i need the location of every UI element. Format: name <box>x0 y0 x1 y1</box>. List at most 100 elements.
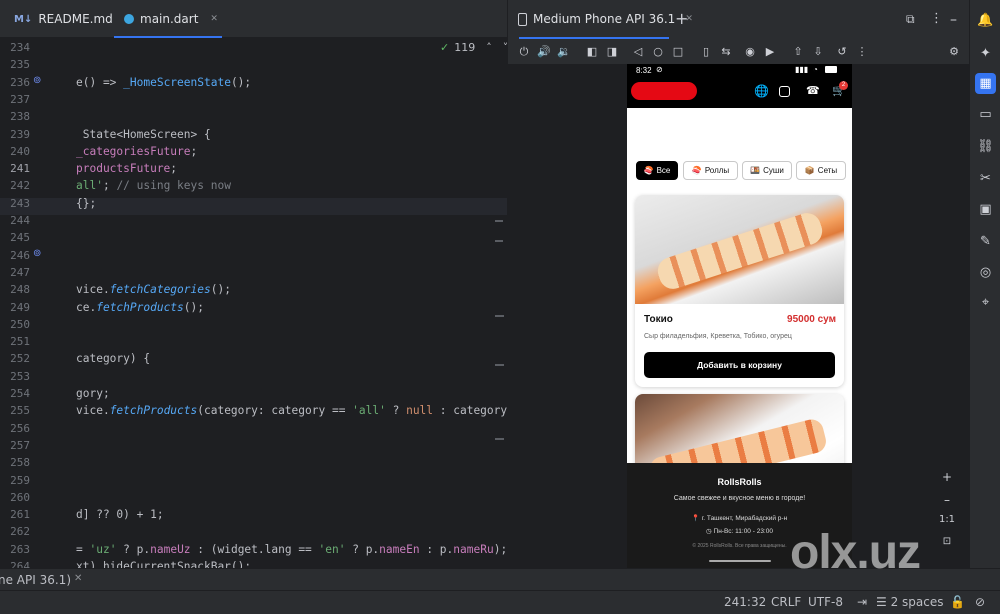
minimize-icon[interactable]: – <box>950 12 957 28</box>
tools-icon[interactable]: ✂ <box>975 168 996 189</box>
category-chip-sets[interactable]: 📦 Сеты <box>796 161 846 180</box>
product-card[interactable]: Токио 95000 сум Сыр филадельфия, Креветк… <box>635 195 844 387</box>
code-line[interactable]: d] ?? 0) + 1; <box>76 508 164 521</box>
code-line[interactable]: gory; <box>76 387 110 400</box>
category-chip-all[interactable]: 🍣 Все <box>636 161 678 180</box>
chevron-up-icon[interactable]: ˄ <box>486 41 492 54</box>
rotate-right-icon[interactable]: ◨ <box>604 44 620 60</box>
home-icon[interactable]: ○ <box>650 44 666 60</box>
footer-tagline: Самое свежее и вкусное меню в городе! <box>673 495 806 502</box>
check-icon: ✓ <box>440 41 450 54</box>
zoom-level[interactable]: 1:1 <box>938 511 956 529</box>
code-editor[interactable]: 234 235 236 e() => _HomeScreenState(); ⊚ 237 2… <box>0 38 507 568</box>
add-to-cart-button[interactable]: Добавить в корзину <box>644 352 835 378</box>
product-name: Токио <box>644 314 673 325</box>
category-chip-rolls[interactable]: 🍣 Роллы <box>683 161 738 180</box>
override-gutter-icon[interactable]: ⊚ <box>33 75 41 86</box>
close-icon[interactable]: ✕ <box>74 573 82 584</box>
indent-setting[interactable]: ☰ 2 spaces <box>876 595 943 609</box>
code-line[interactable]: {}; <box>76 197 96 210</box>
line-number: 245 <box>10 231 30 245</box>
line-number: 253 <box>10 369 30 383</box>
power-icon[interactable]: ⏻ <box>516 44 532 60</box>
code-line[interactable]: all'; // using keys now <box>76 179 231 192</box>
line-number: 251 <box>10 335 30 349</box>
file-encoding[interactable]: UTF-8 <box>808 595 843 609</box>
code-line[interactable]: State<HomeScreen> { <box>76 128 211 141</box>
record-icon[interactable]: ▶ <box>762 44 778 60</box>
tab-device[interactable]: Medium Phone API 36.1 ✕ <box>518 12 693 26</box>
inspection-widget[interactable]: ✓ 119 ˄ ˅ <box>440 41 507 54</box>
category-label: Роллы <box>704 166 730 175</box>
reset-icon[interactable]: ↺ <box>834 44 850 60</box>
phone-screen[interactable]: 8:32 ⊘ ▮▮▮ ◔ 🌐 ☎ 🛒 2 🍣 Все 🍣 Роллы 🍱 Суш… <box>627 64 852 568</box>
code-line[interactable]: vice.fetchProducts(category: category ==… <box>76 404 507 417</box>
line-number: 248 <box>10 283 30 297</box>
add-icon[interactable]: + <box>675 9 688 28</box>
pencil-icon[interactable]: ✎ <box>975 231 996 252</box>
brand-logo[interactable] <box>631 82 697 100</box>
mirror-icon[interactable]: ⇆ <box>718 44 734 60</box>
line-number: 262 <box>10 525 30 539</box>
gemini-icon[interactable]: ✦ <box>975 43 996 64</box>
memory-icon[interactable]: ⊘ <box>975 595 985 609</box>
language-icon[interactable]: 🌐 <box>754 84 769 98</box>
gesture-bar[interactable] <box>709 560 771 562</box>
line-number: 243 <box>10 196 30 210</box>
notifications-icon[interactable]: 🔔 <box>975 10 996 31</box>
instagram-icon[interactable] <box>779 86 790 97</box>
external-window-icon[interactable]: ⧉ <box>906 12 915 27</box>
category-label: Суши <box>763 166 784 175</box>
volume-down-icon[interactable]: 🔉 <box>556 44 572 60</box>
more-icon[interactable]: ⋮ <box>930 11 943 26</box>
footer-address-row: 📍 г. Ташкент, Мирабадский р-н <box>627 514 852 522</box>
overview-icon[interactable]: □ <box>670 44 686 60</box>
code-line[interactable]: _categoriesFuture; <box>76 145 197 158</box>
line-number: 242 <box>10 179 30 193</box>
zoom-out-icon[interactable]: – <box>938 491 956 509</box>
line-number: 255 <box>10 404 30 418</box>
code-line[interactable]: category) { <box>76 352 150 365</box>
fit-screen-icon[interactable]: ⊡ <box>938 533 956 551</box>
device-manager-icon[interactable]: ▭ <box>975 104 996 125</box>
phone-time: 8:32 <box>636 66 652 75</box>
run-tab-label[interactable]: ne API 36.1) <box>0 573 71 587</box>
back-icon[interactable]: ◁ <box>630 44 646 60</box>
more-icon[interactable]: ⋮ <box>854 44 870 60</box>
inspector-icon[interactable]: ◎ <box>975 262 996 283</box>
tab-readme[interactable]: M↓ README.md <box>14 0 113 38</box>
category-label: Все <box>656 166 671 175</box>
display-settings-icon[interactable]: ⚙ <box>946 44 962 60</box>
scroll-content[interactable]: 🍣 Все 🍣 Роллы 🍱 Суши 📦 Сеты Токио 95000 … <box>627 108 852 514</box>
product-price: 95000 сум <box>787 314 836 325</box>
close-icon[interactable]: ✕ <box>210 14 218 24</box>
layout-inspector-icon[interactable]: ⌖ <box>975 292 996 313</box>
running-devices-icon[interactable]: ▦ <box>975 73 996 94</box>
code-line[interactable]: productsFuture; <box>76 162 177 175</box>
phone-call-icon[interactable]: ☎ <box>806 84 820 97</box>
code-line[interactable]: e() => _HomeScreenState(); <box>76 76 251 89</box>
lock-icon[interactable]: 🔓 <box>950 595 965 609</box>
zoom-in-icon[interactable]: + <box>938 468 956 486</box>
volume-up-icon[interactable]: 🔊 <box>536 44 552 60</box>
upload-icon[interactable]: ⇧ <box>790 44 806 60</box>
category-chip-sushi[interactable]: 🍱 Суши <box>742 161 792 180</box>
code-line[interactable]: ce.fetchProducts(); <box>76 301 204 314</box>
code-line[interactable]: xt).hideCurrentSnackBar(); <box>76 560 251 568</box>
line-number: 241 <box>10 162 30 176</box>
device-frame-icon[interactable]: ▯ <box>698 44 714 60</box>
caret-position[interactable]: 241:32 <box>724 595 766 609</box>
code-line[interactable]: = 'uz' ? p.nameUz : (widget.lang == 'en'… <box>76 543 507 556</box>
line-separator[interactable]: CRLF <box>771 595 801 609</box>
gallery-icon[interactable]: ▣ <box>975 199 996 220</box>
inspection-count: 119 <box>454 41 476 54</box>
camera-icon[interactable]: ◉ <box>742 44 758 60</box>
tab-main-dart[interactable]: main.dart ✕ <box>114 0 222 38</box>
rotate-left-icon[interactable]: ◧ <box>584 44 600 60</box>
code-line[interactable]: vice.fetchCategories(); <box>76 283 231 296</box>
override-gutter-icon[interactable]: ⊚ <box>33 248 41 259</box>
line-number: 258 <box>10 456 30 470</box>
link-icon[interactable]: ⛓ <box>975 136 996 157</box>
download-icon[interactable]: ⇩ <box>810 44 826 60</box>
scroll-marker <box>495 438 504 440</box>
